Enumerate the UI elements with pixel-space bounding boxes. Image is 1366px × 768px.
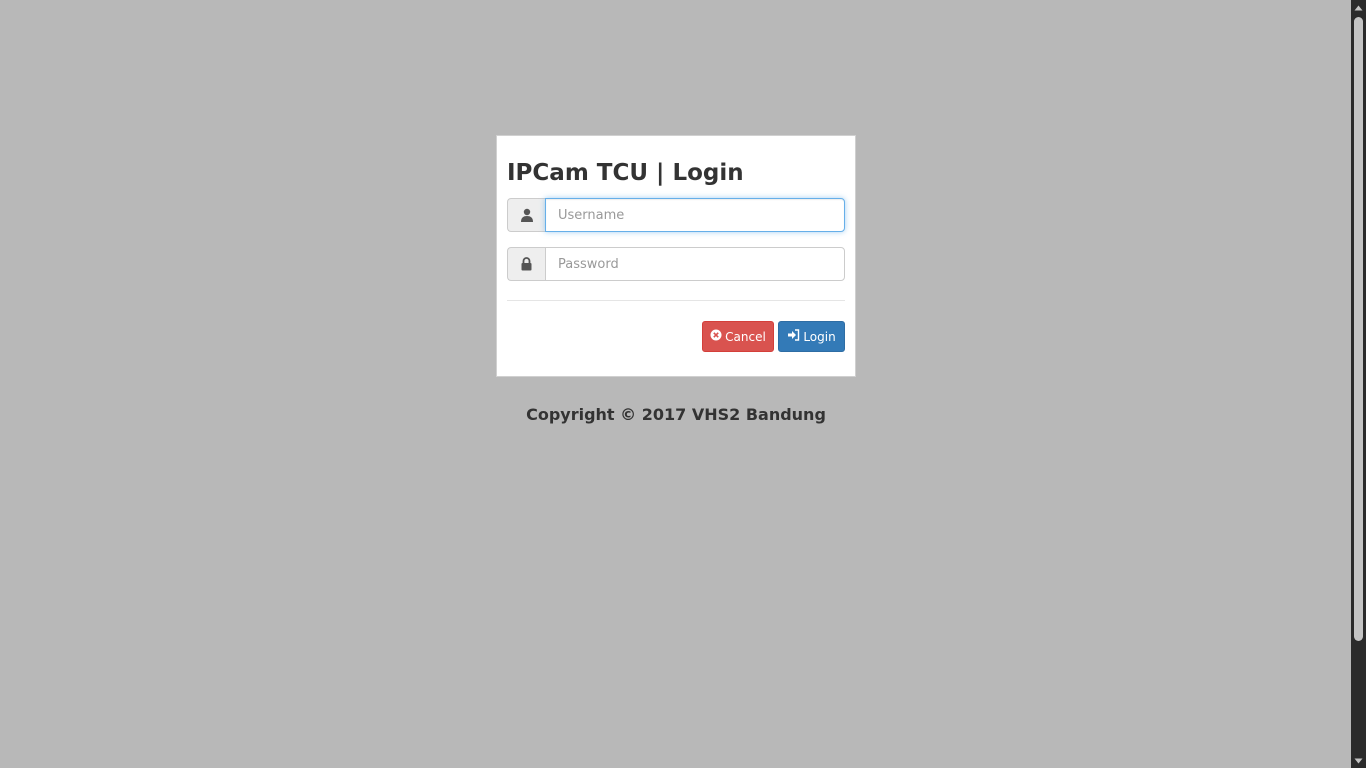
divider: [507, 300, 845, 301]
scroll-down-icon[interactable]: [1351, 753, 1366, 768]
scroll-thumb[interactable]: [1354, 17, 1363, 641]
copyright-text: Copyright © 2017 VHS2 Bandung: [526, 405, 826, 424]
page-background: IPCam TCU | Login Username Cancel Login …: [0, 0, 1351, 768]
password-input[interactable]: [545, 247, 845, 281]
login-button[interactable]: Login: [778, 321, 845, 352]
username-input[interactable]: [545, 198, 845, 232]
page-title: IPCam TCU | Login: [507, 160, 744, 186]
cancel-button[interactable]: Cancel: [702, 321, 774, 352]
login-panel: IPCam TCU | Login Username Cancel Login: [496, 135, 856, 377]
sign-in-icon: [787, 329, 800, 344]
times-circle-icon: [710, 329, 722, 344]
username-group: [507, 198, 845, 232]
vertical-scrollbar[interactable]: [1351, 0, 1366, 768]
cancel-label: Cancel: [725, 329, 766, 344]
scroll-up-icon[interactable]: [1351, 0, 1366, 15]
user-icon: [507, 198, 545, 232]
lock-icon: [507, 247, 545, 281]
password-group: [507, 247, 845, 281]
login-label: Login: [803, 329, 836, 344]
